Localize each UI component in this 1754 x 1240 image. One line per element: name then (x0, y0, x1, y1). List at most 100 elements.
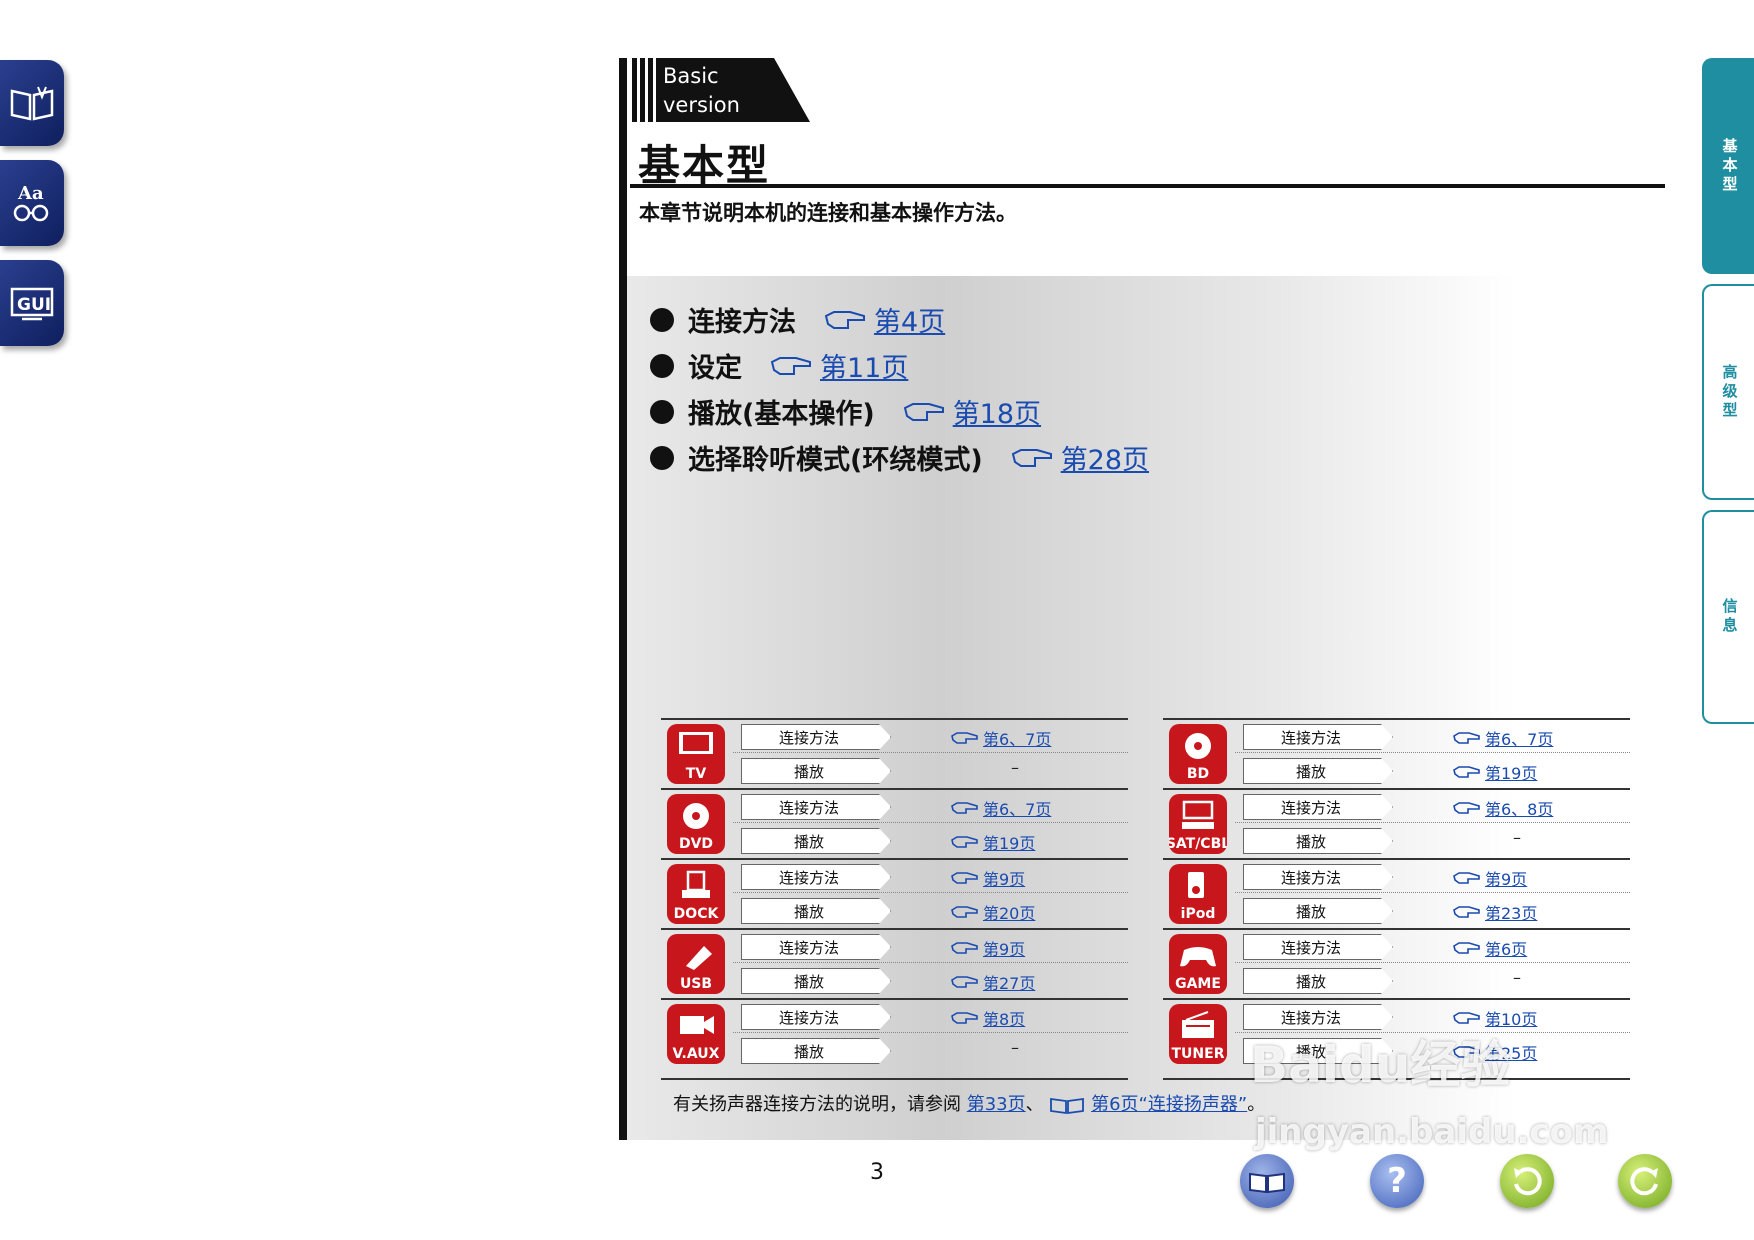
device-row-tv: TV 连接方法 播放 第6、7页 – (661, 718, 1128, 788)
pointing-hand-icon (770, 356, 811, 375)
ipod-icon: iPod (1169, 864, 1227, 924)
help-button[interactable]: ? (1370, 1154, 1424, 1208)
speaker-footnote: 有关扬声器连接方法的说明，请参阅 第33页、 第6页“连接扬声器”。 (673, 1094, 1266, 1115)
toc-link-connection[interactable]: 第4页 (874, 300, 945, 339)
play-none: – (1011, 758, 1019, 777)
play-label: 播放 (1243, 898, 1393, 924)
forward-button[interactable] (1618, 1154, 1672, 1208)
title-underline (630, 184, 1665, 188)
pointing-hand-icon (951, 1012, 978, 1024)
device-row-dock: DOCK 连接方法 播放 第9页 第20页 (661, 858, 1128, 928)
manual-book-button[interactable] (1240, 1154, 1294, 1208)
toc-item-surround: 选择聆听模式(环绕模式) 第28页 (650, 438, 1149, 477)
glossary-aa-icon[interactable]: Aa (0, 160, 64, 246)
svg-text:Aa: Aa (17, 183, 44, 204)
content-left-rule (619, 58, 627, 1140)
pointing-hand-icon (903, 402, 944, 421)
play-label: 播放 (1243, 758, 1393, 784)
pointing-hand-icon (1453, 906, 1480, 918)
connect-page-link[interactable]: 第6、7页 (951, 796, 1051, 820)
pointing-hand-icon (951, 836, 978, 848)
play-page-link[interactable]: 第19页 (951, 830, 1035, 854)
back-button[interactable] (1500, 1154, 1554, 1208)
table-bottom-rule-left (661, 1078, 1128, 1080)
connect-page-link[interactable]: 第6、8页 (1453, 796, 1553, 820)
pointing-hand-icon (951, 802, 978, 814)
connect-label: 连接方法 (741, 864, 891, 890)
pointing-hand-icon (951, 906, 978, 918)
connect-page-link[interactable]: 第6、7页 (1453, 726, 1553, 750)
connect-label: 连接方法 (741, 794, 891, 820)
toc-item-playback: 播放(基本操作) 第18页 (650, 392, 1041, 431)
connect-label: 连接方法 (1243, 934, 1393, 960)
play-none: – (1513, 828, 1521, 847)
toc-link-setup[interactable]: 第11页 (820, 346, 908, 385)
play-label: 播放 (1243, 828, 1393, 854)
device-row-dvd: DVD 连接方法播放 第6、7页第19页 (661, 788, 1128, 858)
pointing-hand-icon (951, 732, 978, 744)
connect-label: 连接方法 (1243, 724, 1393, 750)
usb-icon: USB (667, 934, 725, 994)
pointing-hand-icon (1453, 732, 1480, 744)
tab-basic-version[interactable]: 基本型 (1702, 58, 1754, 274)
play-label: 播放 (741, 758, 891, 784)
play-page-link[interactable]: 第19页 (1453, 760, 1537, 784)
pointing-hand-icon (824, 310, 865, 329)
connect-page-link[interactable]: 第9页 (951, 936, 1025, 960)
device-row-usb: USB 连接方法播放 第9页第27页 (661, 928, 1128, 998)
toc-link-surround[interactable]: 第28页 (1061, 438, 1149, 477)
pointing-hand-icon (951, 942, 978, 954)
open-book-icon (1050, 1097, 1085, 1115)
pointing-hand-icon (1453, 766, 1480, 778)
connect-page-link[interactable]: 第6页 (1453, 936, 1527, 960)
connect-page-link[interactable]: 第6、7页 (951, 726, 1051, 750)
pointing-hand-icon (1453, 942, 1480, 954)
gui-icon[interactable]: GUI (0, 260, 64, 346)
toc-item-setup: 设定 第11页 (650, 346, 908, 385)
device-row-game: GAME 连接方法 播放 第6页 – (1163, 928, 1630, 998)
connect-label: 连接方法 (1243, 864, 1393, 890)
play-page-link[interactable]: 第27页 (951, 970, 1035, 994)
undo-arrow-icon (1514, 1167, 1542, 1196)
baidu-watermark-url: jingyan.baidu.com (1255, 1112, 1609, 1152)
svg-text:GUI: GUI (17, 295, 51, 315)
play-page-link[interactable]: 第23页 (1453, 900, 1537, 924)
play-page-link[interactable]: 第20页 (951, 900, 1035, 924)
play-label: 播放 (741, 1038, 891, 1064)
toc-link-playback[interactable]: 第18页 (953, 392, 1041, 431)
device-row-bd: BD 连接方法播放 第6、7页第19页 (1163, 718, 1630, 788)
tab-information[interactable]: 信息 (1702, 510, 1754, 724)
section-tag: Basic version (632, 58, 810, 122)
tab-advanced-version[interactable]: 高级型 (1702, 284, 1754, 500)
book-icon (1249, 1172, 1285, 1194)
toc-item-connection: 连接方法 第4页 (650, 300, 945, 339)
pointing-hand-icon (1453, 872, 1480, 884)
contents-book-icon[interactable] (0, 60, 64, 146)
dock-icon: DOCK (667, 864, 725, 924)
tuner-icon: TUNER (1169, 1004, 1227, 1064)
play-label: 播放 (741, 828, 891, 854)
footnote-link-page6[interactable]: 第6页“连接扬声器” (1091, 1094, 1247, 1115)
pointing-hand-icon (951, 872, 978, 884)
page-number: 3 (870, 1160, 884, 1185)
connect-page-link[interactable]: 第9页 (1453, 866, 1527, 890)
pointing-hand-icon (1453, 1012, 1480, 1024)
connect-page-link[interactable]: 第9页 (951, 866, 1025, 890)
device-row-ipod: iPod 连接方法播放 第9页第23页 (1163, 858, 1630, 928)
play-none: – (1513, 968, 1521, 987)
redo-arrow-icon (1630, 1167, 1658, 1196)
question-mark-icon: ? (1387, 1161, 1407, 1201)
device-row-satcbl: SAT/CBL 连接方法 播放 第6、8页 – (1163, 788, 1630, 858)
play-none: – (1011, 1038, 1019, 1057)
pointing-hand-icon (1011, 448, 1052, 467)
baidu-watermark: Baidu经验 (1250, 1036, 1511, 1094)
dvd-icon: DVD (667, 794, 725, 854)
device-row-vaux: V.AUX 连接方法 播放 第8页 – (661, 998, 1128, 1068)
connect-label: 连接方法 (741, 934, 891, 960)
footnote-link-page33[interactable]: 第33页 (967, 1094, 1026, 1115)
page-subtitle: 本章节说明本机的连接和基本操作方法。 (639, 201, 1017, 225)
play-label: 播放 (1243, 968, 1393, 994)
play-label: 播放 (741, 968, 891, 994)
bd-icon: BD (1169, 724, 1227, 784)
connect-page-link[interactable]: 第8页 (951, 1006, 1025, 1030)
